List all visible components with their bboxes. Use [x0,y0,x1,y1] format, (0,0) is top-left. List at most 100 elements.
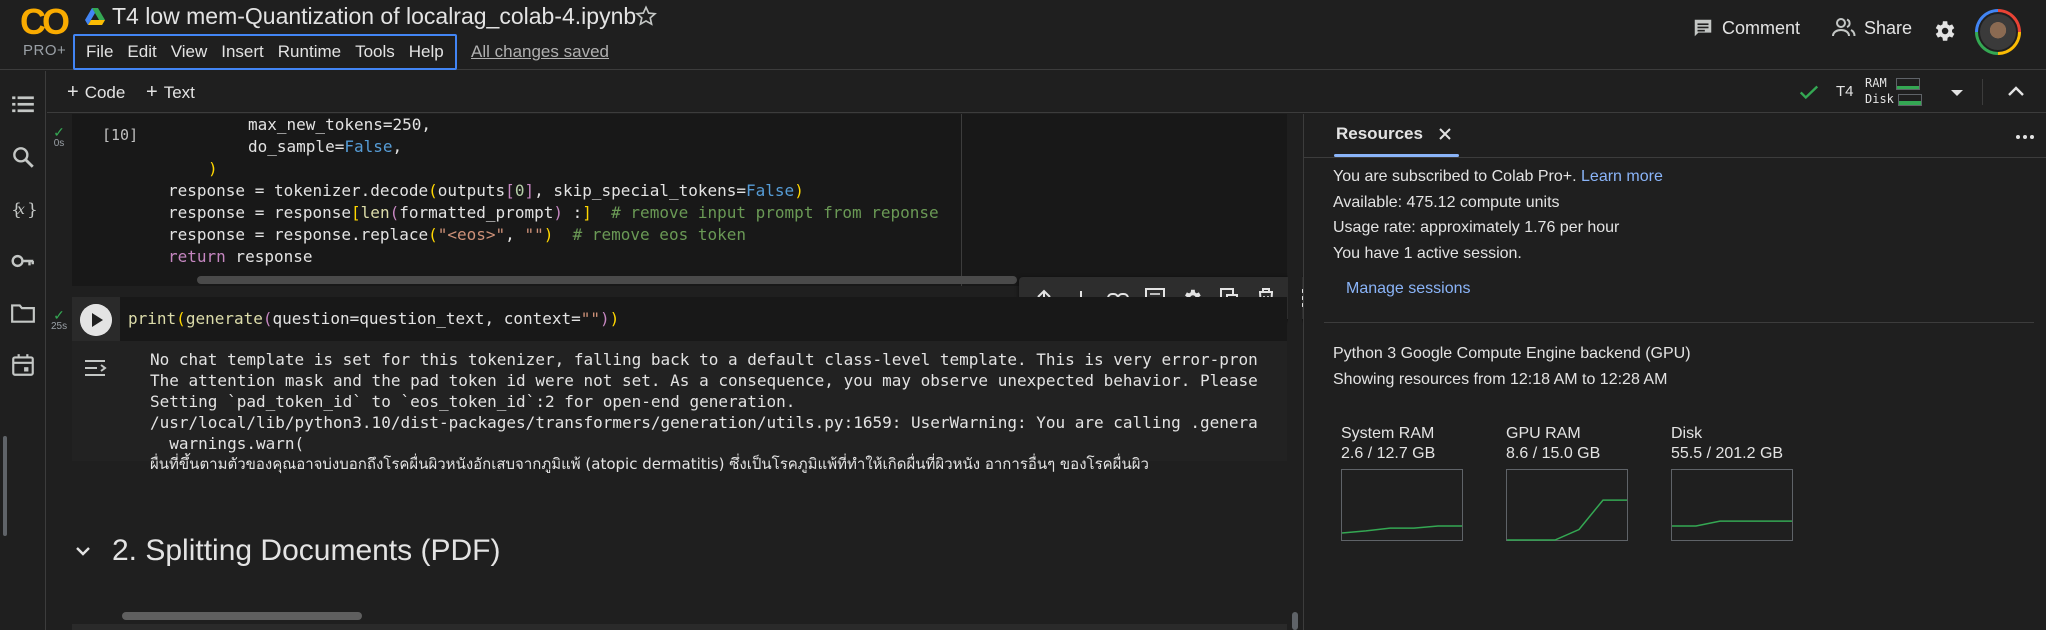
variables-icon[interactable]: { x } [10,196,36,222]
people-icon [1832,18,1856,37]
plus-icon: + [67,81,79,103]
sparkline-series [1341,525,1462,534]
logo-text: CO [20,1,70,42]
chevron-down-icon[interactable] [72,540,94,562]
menu-bar: File Edit View Insert Runtime Tools Help [73,34,457,70]
account-avatar[interactable] [1975,9,2021,55]
save-status-link[interactable]: All changes saved [471,42,609,62]
menu-tools[interactable]: Tools [348,37,402,67]
manage-sessions-link[interactable]: Manage sessions [1346,280,1471,298]
output-actions-icon[interactable] [82,355,108,381]
code-line: response = response.replace("<eos>", "")… [168,225,746,244]
chevron-down-icon[interactable] [1947,83,1967,103]
line-length-ruler [961,114,962,286]
resources-panel: Resources You are subscribed to Colab Pr… [1303,114,2046,630]
check-icon: ✓ [53,307,65,323]
output-line: /usr/local/lib/python3.10/dist-packages/… [150,413,1258,432]
run-cell-button[interactable] [80,304,112,336]
menu-runtime[interactable]: Runtime [271,37,348,67]
section-heading[interactable]: 2. Splitting Documents (PDF) [72,534,500,568]
sparkline-series [1507,499,1627,541]
section-title: 2. Splitting Documents (PDF) [112,534,501,567]
disk-label: Disk [1865,92,1894,106]
code-editor[interactable]: print(generate(question=question_text, c… [120,297,1287,341]
ram-mini-bar [1895,77,1920,90]
colab-logo[interactable]: CO PRO+ [20,1,70,60]
notebook-toolbar: + Code + Text T4 RAM Disk [47,71,2046,113]
table-of-contents-icon[interactable] [10,91,36,117]
folder-icon[interactable] [10,300,36,326]
sidebar-scrollbar[interactable] [3,436,7,536]
notebook-vertical-scrollbar[interactable] [1292,612,1298,630]
menu-edit[interactable]: Edit [120,37,163,67]
next-cell[interactable] [72,624,1287,630]
gpu-label[interactable]: T4 [1836,83,1854,100]
add-text-label: Text [163,82,195,102]
notebook-area: ✓ 0s [10] max_new_tokens=250, do_sample=… [47,114,1327,630]
gauge-label: GPU RAM [1506,425,1581,442]
check-icon: ✓ [53,124,65,140]
svg-text:}: } [27,200,36,220]
toolbar-divider [1982,79,1983,105]
gauge-value: 2.6 / 12.7 GB [1341,445,1436,462]
comment-button[interactable]: Comment [1692,17,1800,39]
active-sessions: You have 1 active session. [1333,245,1522,262]
output-horizontal-scrollbar[interactable] [122,612,362,620]
google-drive-icon[interactable] [85,8,105,26]
output-line: warnings.warn( [150,434,305,453]
disk-sparkline [1671,469,1793,541]
notebook-title[interactable]: T4 low mem-Quantization of localrag_cola… [112,3,636,30]
resources-tab[interactable]: Resources [1336,124,1453,144]
execution-count: [10] [102,126,139,144]
sparkline-frame [1341,469,1463,541]
usage-rate: Usage rate: approximately 1.76 per hour [1333,219,1620,236]
cell-horizontal-scrollbar[interactable] [197,276,1017,284]
code-cell[interactable]: print(generate(question=question_text, c… [72,297,1287,473]
code-cell[interactable]: [10] max_new_tokens=250, do_sample=False… [72,114,1287,286]
learn-more-link[interactable]: Learn more [1581,168,1663,185]
menu-file[interactable]: File [79,37,120,67]
ram-disk-indicator[interactable]: RAM Disk [1865,75,1922,107]
search-icon[interactable] [10,144,36,170]
star-icon[interactable] [635,5,657,27]
available-units: Available: 475.12 compute units [1333,194,1560,211]
menu-insert[interactable]: Insert [214,37,271,67]
resources-tab-label: Resources [1336,124,1423,143]
gpu-ram-gauge: GPU RAM 8.6 / 15.0 GB [1506,424,1632,541]
resources-range: Showing resources from 12:18 AM to 12:28… [1333,371,1668,388]
cell-status: ✓ 0s [51,124,67,149]
plus-icon: + [146,81,158,103]
left-sidebar: { x } [0,71,46,630]
more-vert-icon[interactable] [2014,126,2036,148]
share-button[interactable]: Share [1832,17,1912,39]
output-line: The attention mask and the pad token id … [150,371,1258,390]
gear-icon[interactable] [1931,18,1957,44]
output-line: No chat template is set for this tokeniz… [150,350,1258,369]
cell-exec-time: 25s [51,321,68,332]
code-line: ) [208,159,218,178]
menu-view[interactable]: View [164,37,215,67]
gpu-ram-sparkline [1506,469,1628,541]
close-icon[interactable] [1437,126,1453,142]
disk-mini-bar [1897,93,1922,106]
share-label: Share [1864,17,1913,38]
code-line: do_sample=False, [248,137,403,156]
system-ram-gauge: System RAM 2.6 / 12.7 GB [1341,424,1467,541]
sparkline-series [1672,520,1792,527]
code-line: return response [168,247,313,266]
add-text-button[interactable]: + Text [146,81,195,104]
subscription-text: You are subscribed to Colab Pro+. [1333,168,1577,185]
chevron-up-icon[interactable] [2005,81,2027,103]
connected-check-icon[interactable] [1798,81,1820,103]
svg-text:x: x [17,202,25,218]
plan-badge: PRO+ [23,42,67,59]
cell-status: ✓ 25s [51,307,68,332]
gauge-label: System RAM [1341,425,1435,442]
calendar-icon[interactable] [10,352,36,378]
disk-gauge: Disk 55.5 / 201.2 GB [1671,424,1797,541]
add-code-label: Code [84,82,126,102]
add-code-button[interactable]: + Code [67,81,125,104]
menu-help[interactable]: Help [402,37,451,67]
key-icon[interactable] [10,248,36,274]
backend-info: Python 3 Google Compute Engine backend (… [1333,345,1691,362]
